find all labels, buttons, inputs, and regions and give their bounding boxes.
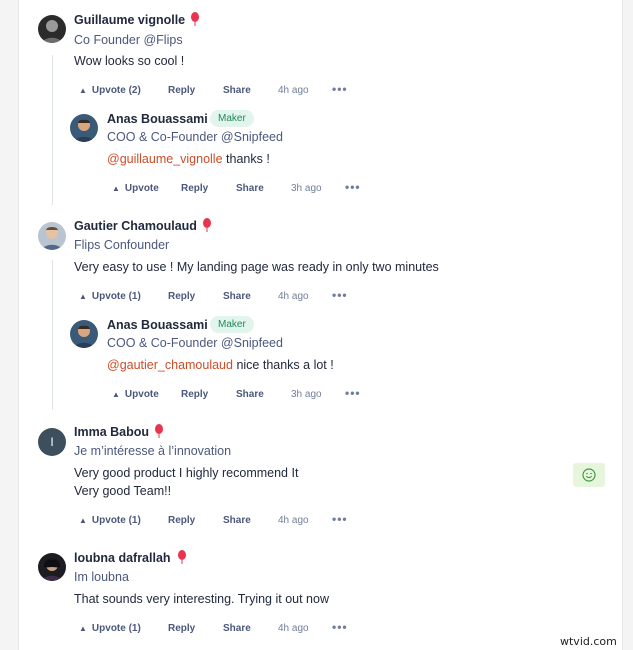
reply-button[interactable]: Reply — [168, 85, 195, 96]
commenter-name[interactable]: Gautier Chamoulaud — [74, 219, 197, 233]
triangle-up-icon: ▲ — [79, 624, 87, 633]
comment-text: @guillaume_vignolle thanks ! — [107, 150, 270, 168]
avatar[interactable] — [38, 15, 66, 43]
comment-actions: ▲ Upvote (2) Reply Share 4h ago ••• — [79, 82, 379, 99]
commenter-headline: Im loubna — [74, 570, 129, 584]
thread-line — [52, 55, 53, 205]
comment-actions: ▲ Upvote (1) Reply Share 4h ago ••• — [79, 288, 379, 305]
commenter-name[interactable]: Guillaume vignolle — [74, 13, 185, 27]
commenter-headline: COO & Co-Founder @Snipfeed — [107, 130, 283, 144]
commenter-headline: COO & Co-Founder @Snipfeed — [107, 336, 283, 350]
upvote-button[interactable]: ▲ Upvote (2) — [79, 85, 141, 96]
avatar[interactable] — [70, 320, 98, 348]
smiley-icon — [582, 468, 596, 482]
triangle-up-icon: ▲ — [112, 390, 120, 399]
avatar[interactable] — [70, 114, 98, 142]
comment-text-line1: Very good product I highly recommend It — [74, 466, 299, 480]
reply-button[interactable]: Reply — [181, 389, 208, 400]
upvote-label: Upvote (1) — [91, 291, 141, 302]
reply-button[interactable]: Reply — [168, 515, 195, 526]
share-button[interactable]: Share — [236, 389, 264, 400]
more-dots-icon[interactable]: ••• — [332, 82, 348, 96]
maker-badge: Maker — [210, 316, 254, 333]
timestamp: 4h ago — [278, 85, 309, 96]
maker-badge: Maker — [210, 110, 254, 127]
commenter-headline: Je m’intéresse à l’innovation — [74, 444, 232, 458]
share-button[interactable]: Share — [223, 85, 251, 96]
triangle-up-icon: ▲ — [79, 292, 87, 301]
share-button[interactable]: Share — [223, 291, 251, 302]
timestamp: 3h ago — [291, 389, 322, 400]
comment-actions: ▲ Upvote (1) Reply Share 4h ago ••• — [79, 512, 379, 529]
upvote-label: Upvote (2) — [91, 85, 141, 96]
timestamp: 3h ago — [291, 183, 322, 194]
commenter-name[interactable]: Imma Babou — [74, 425, 149, 439]
more-dots-icon[interactable]: ••• — [345, 180, 361, 194]
avatar[interactable]: I — [38, 428, 66, 456]
comments-panel: Guillaume vignolle Co Founder @Flips Wow… — [18, 0, 623, 650]
timestamp: 4h ago — [278, 623, 309, 634]
comment-actions: ▲ Upvote Reply Share 3h ago ••• — [112, 180, 412, 197]
upvote-label: Upvote (1) — [91, 623, 141, 634]
mention-link[interactable]: @gautier_chamoulaud — [107, 358, 233, 372]
comment-text: That sounds very interesting. Trying it … — [74, 592, 329, 606]
timestamp: 4h ago — [278, 291, 309, 302]
comment-text: @gautier_chamoulaud nice thanks a lot ! — [107, 356, 334, 374]
upvote-button[interactable]: ▲ Upvote — [112, 389, 159, 400]
upvote-button[interactable]: ▲ Upvote (1) — [79, 623, 141, 634]
timestamp: 4h ago — [278, 515, 309, 526]
share-button[interactable]: Share — [236, 183, 264, 194]
upvote-label: Upvote — [124, 183, 159, 194]
share-button[interactable]: Share — [223, 623, 251, 634]
avatar[interactable] — [38, 222, 66, 250]
balloon-icon — [191, 12, 199, 26]
upvote-label: Upvote — [124, 389, 159, 400]
reply-button[interactable]: Reply — [181, 183, 208, 194]
balloon-icon — [203, 218, 211, 232]
share-button[interactable]: Share — [223, 515, 251, 526]
upvote-button[interactable]: ▲ Upvote (1) — [79, 291, 141, 302]
commenter-headline: Co Founder @Flips — [74, 33, 183, 47]
reply-button[interactable]: Reply — [168, 623, 195, 634]
more-dots-icon[interactable]: ••• — [345, 386, 361, 400]
more-dots-icon[interactable]: ••• — [332, 620, 348, 634]
comment-text-line2: Very good Team!! — [74, 484, 172, 498]
watermark: wtvid.com — [560, 635, 617, 648]
upvote-button[interactable]: ▲ Upvote — [112, 183, 159, 194]
commenter-name[interactable]: loubna dafrallah — [74, 551, 171, 565]
commenter-name[interactable]: Anas Bouassami — [107, 112, 208, 126]
avatar[interactable] — [38, 553, 66, 581]
avatar-letter: I — [50, 435, 54, 449]
thread-line — [52, 260, 53, 410]
commenter-headline: Flips Confounder — [74, 238, 170, 252]
emoji-reaction-button[interactable] — [573, 463, 605, 487]
upvote-label: Upvote (1) — [91, 515, 141, 526]
mention-link[interactable]: @guillaume_vignolle — [107, 152, 223, 166]
balloon-icon — [155, 424, 163, 438]
comment-text: Very easy to use ! My landing page was r… — [74, 260, 439, 274]
comment-actions: ▲ Upvote (1) Reply Share 4h ago ••• — [79, 620, 379, 637]
comment-actions: ▲ Upvote Reply Share 3h ago ••• — [112, 386, 412, 403]
reply-button[interactable]: Reply — [168, 291, 195, 302]
more-dots-icon[interactable]: ••• — [332, 288, 348, 302]
triangle-up-icon: ▲ — [112, 184, 120, 193]
comment-text: Wow looks so cool ! — [74, 54, 185, 68]
balloon-icon — [178, 550, 186, 564]
more-dots-icon[interactable]: ••• — [332, 512, 348, 526]
comment-text-rest: nice thanks a lot ! — [232, 358, 334, 372]
commenter-name[interactable]: Anas Bouassami — [107, 318, 208, 332]
triangle-up-icon: ▲ — [79, 516, 87, 525]
upvote-button[interactable]: ▲ Upvote (1) — [79, 515, 141, 526]
comment-text-rest: thanks ! — [222, 152, 270, 166]
triangle-up-icon: ▲ — [79, 86, 87, 95]
